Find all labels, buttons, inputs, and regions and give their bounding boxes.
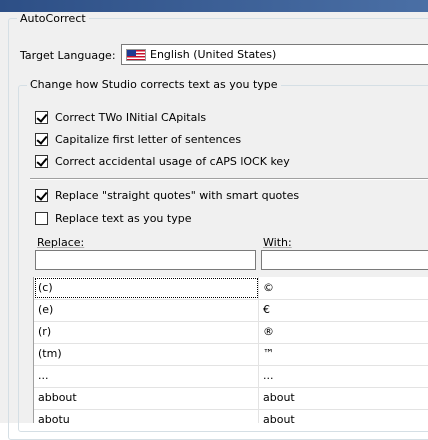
table-row[interactable]: abotu about [34, 409, 428, 423]
replace-cell[interactable]: (r) [34, 321, 259, 343]
replace-cell[interactable]: (tm) [34, 343, 259, 365]
with-column-label: With: [263, 236, 292, 249]
change-group-title: Change how Studio corrects text as you t… [27, 78, 281, 91]
capitalize-first-letter-checkbox[interactable] [35, 133, 48, 146]
options-separator [30, 178, 428, 180]
target-language-dropdown[interactable]: English (United States) [121, 44, 428, 65]
replace-as-you-type-label: Replace text as you type [55, 212, 192, 225]
with-cell[interactable]: about [259, 387, 428, 409]
with-input[interactable] [261, 250, 428, 270]
replace-cell[interactable]: ... [34, 365, 259, 387]
with-cell[interactable]: € [259, 299, 428, 321]
replace-cell[interactable]: abbout [34, 387, 259, 409]
table-row[interactable]: (e) € [34, 299, 428, 322]
window-titlebar [0, 0, 428, 12]
table-row[interactable]: (c) © [34, 277, 428, 300]
table-row[interactable]: ... ... [34, 365, 428, 388]
table-row[interactable]: (r) ® [34, 321, 428, 344]
target-language-value: English (United States) [150, 48, 277, 61]
table-row[interactable]: (tm) ™ [34, 343, 428, 366]
autocorrect-group-title: AutoCorrect [17, 12, 89, 25]
replace-as-you-type-checkbox[interactable] [35, 212, 48, 225]
capitalize-first-letter-label: Capitalize first letter of sentences [55, 133, 242, 146]
with-cell[interactable]: ™ [259, 343, 428, 365]
correct-two-initial-capitals-label: Correct TWo INitial CApitals [55, 111, 207, 124]
smart-quotes-label: Replace "straight quotes" with smart quo… [55, 189, 300, 202]
smart-quotes-checkbox[interactable] [35, 189, 48, 202]
replace-column-label: Replace: [37, 236, 85, 249]
correct-two-initial-capitals-checkbox[interactable] [35, 111, 48, 124]
table-row[interactable]: abbout about [34, 387, 428, 410]
with-cell[interactable]: © [259, 277, 428, 299]
caps-lock-checkbox[interactable] [35, 155, 48, 168]
target-language-label: Target Language: [20, 49, 116, 62]
replace-input[interactable] [35, 250, 256, 270]
with-cell[interactable]: ... [259, 365, 428, 387]
replace-cell[interactable]: abotu [34, 409, 259, 423]
replace-cell[interactable]: (e) [34, 299, 259, 321]
replacement-list[interactable]: (c) © (e) € (r) ® (tm) ™ ... ... abbout … [33, 277, 428, 423]
replace-cell[interactable]: (c) [34, 277, 259, 299]
us-flag-icon [126, 49, 146, 61]
caps-lock-label: Correct accidental usage of cAPS lOCK ke… [55, 155, 290, 168]
with-cell[interactable]: about [259, 409, 428, 423]
with-cell[interactable]: ® [259, 321, 428, 343]
